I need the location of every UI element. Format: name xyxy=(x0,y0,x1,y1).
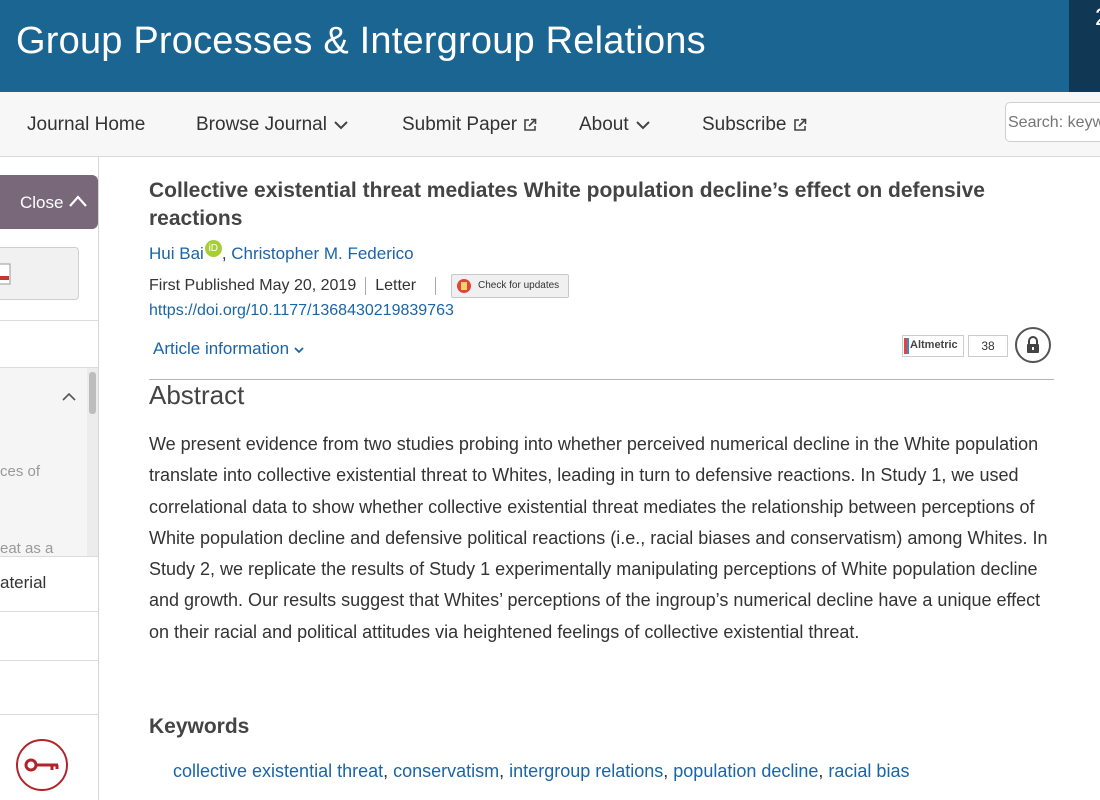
check-for-updates-label: Check for updates xyxy=(478,280,560,291)
journal-nav xyxy=(0,92,1100,157)
access-key-button[interactable] xyxy=(16,739,68,791)
pdf-download-button[interactable] xyxy=(0,247,79,300)
nav-about[interactable]: About xyxy=(579,114,651,136)
sidebar-contents-panel: ces of eat as a xyxy=(0,368,87,557)
crossmark-icon xyxy=(457,279,471,293)
author-link[interactable]: Hui Bai xyxy=(149,244,204,263)
close-sidebar-button[interactable]: Close xyxy=(0,175,98,229)
author-link[interactable]: Christopher M. Federico xyxy=(231,244,413,263)
pdf-icon xyxy=(0,263,11,285)
chevron-up-icon xyxy=(69,195,87,207)
article-sidebar: Close ces of eat as a aterial xyxy=(0,157,99,800)
article-type: Letter xyxy=(375,277,417,295)
check-for-updates-button[interactable]: Check for updates xyxy=(451,274,569,298)
altmetric-score: 38 xyxy=(968,335,1008,357)
altmetric-label: Altmetric xyxy=(910,339,958,351)
altmetric-logo: Altmetric xyxy=(902,335,964,357)
divider xyxy=(365,277,367,295)
keyword-link[interactable]: collective existential threat xyxy=(173,761,383,781)
publication-info: First Published May 20, 2019 Letter xyxy=(149,277,445,295)
lock-icon xyxy=(1027,336,1039,353)
author-list: Hui Bai iD, Christopher M. Federico xyxy=(149,240,414,264)
sidebar-divider xyxy=(0,556,98,557)
divider xyxy=(435,277,437,295)
first-published-date: First Published May 20, 2019 xyxy=(149,277,357,295)
search-box xyxy=(1005,102,1100,143)
keyword-link[interactable]: racial bias xyxy=(828,761,909,781)
nav-journal-home[interactable]: Journal Home xyxy=(27,114,145,136)
key-icon xyxy=(24,758,59,772)
nav-label: Subscribe xyxy=(702,114,787,135)
banner-corner: 2 xyxy=(1069,0,1100,92)
sidebar-divider xyxy=(0,660,98,661)
article-information-label: Article information xyxy=(153,339,290,358)
nav-label: About xyxy=(579,114,629,135)
journal-banner: Group Processes & Intergroup Relations xyxy=(0,0,1069,92)
sidebar-item-material[interactable]: aterial xyxy=(0,573,46,593)
chevron-up-icon[interactable] xyxy=(62,392,76,402)
abstract-text: We present evidence from two studies pro… xyxy=(149,434,1048,642)
chevron-down-icon xyxy=(334,121,348,130)
banner-corner-text: 2 xyxy=(1095,4,1100,32)
sidebar-contents-text[interactable]: ces of xyxy=(0,463,40,480)
sidebar-divider xyxy=(0,714,98,715)
nav-browse-journal[interactable]: Browse Journal xyxy=(196,114,349,136)
nav-submit-paper[interactable]: Submit Paper xyxy=(402,114,537,136)
sidebar-scroll-thumb[interactable] xyxy=(89,372,96,414)
keywords-heading: Keywords xyxy=(149,715,250,738)
nav-label: Submit Paper xyxy=(402,114,518,135)
journal-title[interactable]: Group Processes & Intergroup Relations xyxy=(16,20,706,63)
keyword-list: collective existential threat, conservat… xyxy=(173,761,910,781)
nav-label: Journal Home xyxy=(27,114,146,135)
keyword-link[interactable]: intergroup relations xyxy=(509,761,663,781)
keyword-link[interactable]: conservatism xyxy=(393,761,499,781)
sidebar-divider xyxy=(0,611,98,612)
orcid-icon[interactable]: iD xyxy=(204,240,222,257)
external-link-icon xyxy=(524,118,537,131)
article-title: Collective existential threat mediates W… xyxy=(149,179,985,230)
external-link-icon xyxy=(793,118,806,131)
doi-link[interactable]: https://doi.org/10.1177/1368430219839763 xyxy=(149,302,454,320)
sidebar-divider xyxy=(0,320,98,321)
keyword-link[interactable]: population decline xyxy=(673,761,818,781)
chevron-down-icon xyxy=(635,121,650,130)
close-label: Close xyxy=(20,193,64,212)
nav-subscribe[interactable]: Subscribe xyxy=(702,114,807,136)
nav-label: Browse Journal xyxy=(196,114,327,135)
author-separator: , xyxy=(221,244,232,263)
sidebar-contents-text[interactable]: eat as a xyxy=(0,540,53,557)
section-divider xyxy=(149,379,1054,380)
chevron-down-icon xyxy=(294,346,304,353)
access-lock-button[interactable] xyxy=(1015,327,1051,363)
article-information-toggle[interactable]: Article information xyxy=(153,339,305,359)
search-input[interactable] xyxy=(1006,103,1100,143)
abstract-heading: Abstract xyxy=(149,380,245,410)
